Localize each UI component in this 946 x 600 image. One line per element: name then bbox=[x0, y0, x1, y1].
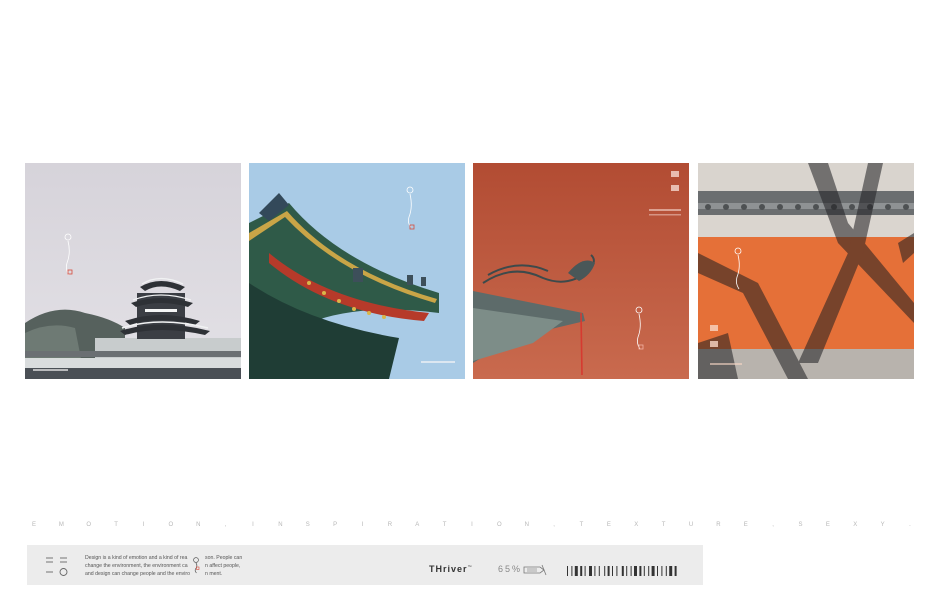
barcode-bar bbox=[630, 566, 632, 576]
tagline: E M O T I O N, I N S P I R A T I O N, T E X T U R E, S E X Y. bbox=[30, 522, 914, 528]
tagline-char: , bbox=[772, 522, 774, 528]
photo-card-orange-wall-shadow[interactable] bbox=[698, 163, 914, 379]
snow-pagoda-image bbox=[25, 163, 241, 379]
seal-icon bbox=[193, 557, 200, 574]
tagline-char: Y bbox=[880, 522, 885, 528]
description-line: change the environment, the environment … bbox=[85, 563, 188, 569]
tagline-char: N bbox=[278, 522, 283, 528]
tagline-char: U bbox=[688, 522, 694, 528]
barcode-icon bbox=[567, 566, 677, 576]
logo-mark-icon bbox=[46, 557, 68, 576]
tagline-char: N bbox=[524, 522, 529, 528]
photo-gallery bbox=[25, 163, 915, 379]
description-text-continued: son. People can n affect people, n ment. bbox=[205, 554, 265, 578]
barcode-bar bbox=[584, 566, 586, 576]
tagline-char: T bbox=[579, 522, 584, 528]
tagline-char: I bbox=[252, 522, 254, 528]
tagline-char: X bbox=[634, 522, 639, 528]
description-line: son. People can bbox=[205, 555, 243, 561]
tagline-char: P bbox=[333, 522, 338, 528]
footer-bar: Design is a kind of emotion and a kind o… bbox=[27, 545, 703, 585]
barcode-bar bbox=[634, 566, 637, 576]
description-line: and design can change people and the env… bbox=[85, 571, 190, 577]
barcode-bar bbox=[657, 566, 658, 576]
barcode-bar bbox=[594, 566, 596, 576]
tagline-char: I bbox=[361, 522, 364, 528]
tagline-char: E bbox=[606, 522, 611, 528]
barcode-bar bbox=[616, 566, 618, 576]
barcode-bar bbox=[621, 566, 624, 576]
tagline-char: A bbox=[415, 522, 420, 528]
tagline-char: , bbox=[553, 522, 555, 528]
brand-name: THriver bbox=[429, 564, 468, 574]
barcode-bar bbox=[598, 566, 600, 576]
tagline-char: T bbox=[114, 522, 118, 528]
painted-eaves-image bbox=[249, 163, 465, 379]
tagline-char: O bbox=[86, 522, 92, 528]
tagline-char: S bbox=[305, 522, 310, 528]
stamp-icon bbox=[523, 564, 547, 576]
tagline-char: E bbox=[825, 522, 830, 528]
tagline-char: R bbox=[716, 522, 721, 528]
barcode-bar bbox=[604, 566, 606, 576]
description-line: n affect people, bbox=[205, 563, 241, 569]
barcode-bar bbox=[571, 566, 573, 576]
barcode-bar bbox=[589, 566, 592, 576]
description-text: Design is a kind of emotion and a kind o… bbox=[85, 554, 190, 578]
tagline-char: O bbox=[497, 522, 502, 528]
barcode-bar bbox=[665, 566, 667, 576]
photo-card-snow-pagoda[interactable] bbox=[25, 163, 241, 379]
barcode-bar bbox=[661, 566, 663, 576]
barcode-bar bbox=[674, 566, 677, 576]
tagline-char: X bbox=[853, 522, 858, 528]
barcode-bar bbox=[607, 566, 610, 576]
tagline-char: M bbox=[58, 522, 64, 528]
tagline-char: I bbox=[471, 522, 473, 528]
description-line: n ment. bbox=[205, 571, 223, 577]
barcode-bar bbox=[626, 566, 628, 576]
brand-logo: THriver™ bbox=[429, 564, 472, 574]
description-line: Design is a kind of emotion and a kind o… bbox=[85, 555, 188, 561]
barcode-bar bbox=[643, 566, 645, 576]
barcode-bar bbox=[574, 566, 578, 576]
barcode-bar bbox=[669, 566, 673, 576]
barcode-bar bbox=[651, 566, 655, 576]
percent-label: 65% bbox=[498, 564, 523, 574]
tagline-char: N bbox=[196, 522, 201, 528]
tagline-char: T bbox=[442, 522, 447, 528]
tagline-char: . bbox=[909, 522, 911, 528]
barcode-bar bbox=[639, 566, 642, 576]
barcode-bar bbox=[612, 566, 613, 576]
tagline-char: E bbox=[743, 522, 748, 528]
barcode-bar bbox=[580, 566, 583, 576]
tagline-char: R bbox=[387, 522, 393, 528]
barcode-bar bbox=[648, 566, 650, 576]
tagline-char: , bbox=[224, 522, 227, 528]
tagline-char: I bbox=[142, 522, 145, 528]
trademark-mark: ™ bbox=[467, 564, 472, 569]
orange-wall-shadow-image bbox=[698, 163, 914, 379]
dragon-red-wall-image bbox=[473, 163, 689, 379]
tagline-char: O bbox=[168, 522, 174, 528]
tagline-char: T bbox=[661, 522, 666, 528]
barcode-bar bbox=[567, 566, 568, 576]
photo-card-dragon-red-wall[interactable] bbox=[473, 163, 689, 379]
tagline-char: S bbox=[798, 522, 803, 528]
photo-card-painted-eaves[interactable] bbox=[249, 163, 465, 379]
tagline-char: E bbox=[31, 522, 36, 528]
